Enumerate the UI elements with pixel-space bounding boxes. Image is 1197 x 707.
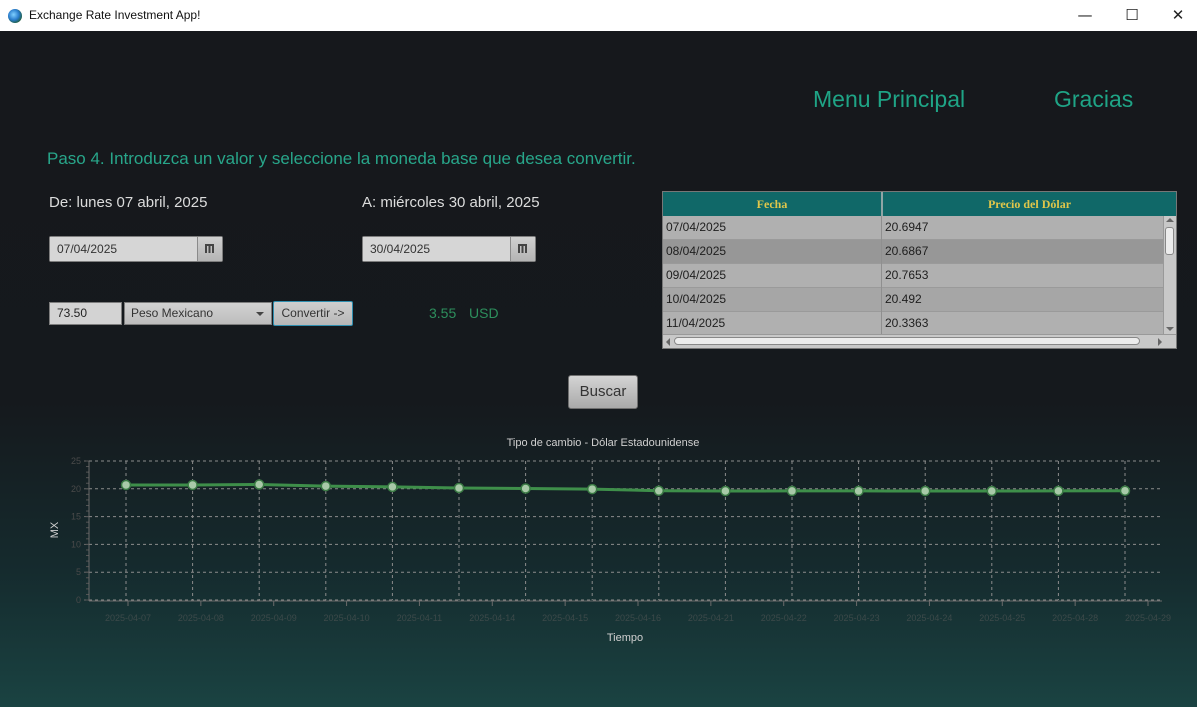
data-point	[653, 485, 665, 496]
x-tick-label: 2025-04-25	[979, 613, 1025, 623]
data-point	[453, 482, 465, 494]
x-tick-label: 2025-04-08	[178, 613, 224, 623]
x-tick-label: 2025-04-15	[542, 613, 588, 623]
title-bar: Exchange Rate Investment App! — ☐ ✕	[0, 0, 1197, 32]
x-tick-label: 2025-04-29	[1125, 613, 1171, 623]
app-globe-icon	[8, 9, 22, 23]
y-tick-label: 15	[71, 512, 81, 522]
y-tick-label: 5	[76, 567, 81, 577]
series-line	[126, 483, 1126, 493]
data-point	[320, 480, 332, 492]
x-tick-label: 2025-04-28	[1052, 613, 1098, 623]
x-tick-label: 2025-04-16	[615, 613, 661, 623]
y-tick-label: 25	[71, 456, 81, 466]
x-tick-label: 2025-04-07	[105, 613, 151, 623]
main-panel: Menu Principal Gracias Paso 4. Introduzc…	[0, 31, 1197, 707]
data-point	[919, 485, 931, 497]
y-tick-label: 0	[76, 595, 81, 605]
exchange-rate-chart: Tipo de cambio - Dólar Estadounidense Ti…	[49, 437, 1171, 644]
x-tick-label: 2025-04-11	[397, 613, 442, 623]
data-point	[187, 479, 198, 491]
y-tick-label: 10	[71, 539, 81, 549]
chart-series	[120, 479, 1131, 497]
x-tick-label: 2025-04-22	[761, 613, 807, 623]
data-point	[786, 485, 798, 497]
chart-axes: 0 5 10 15 20 25 2025-04-07 2025-04-08 2025-04-09…	[71, 456, 1171, 623]
data-point	[1053, 485, 1064, 497]
chart-x-axis-label: Tiempo	[607, 632, 643, 644]
data-point	[720, 485, 731, 497]
maximize-button[interactable]: ☐	[1109, 0, 1155, 31]
x-tick-label: 2025-04-24	[906, 613, 952, 623]
data-point	[120, 479, 132, 491]
data-point	[853, 485, 864, 497]
x-tick-label: 2025-04-09	[251, 613, 297, 623]
data-point	[387, 481, 398, 493]
chart-title: Tipo de cambio - Dólar Estadounidense	[507, 437, 700, 449]
chart-grid	[89, 460, 1162, 601]
x-tick-label: 2025-04-21	[688, 613, 734, 623]
data-point	[1119, 485, 1131, 496]
chart-y-axis-label: MX	[49, 521, 61, 538]
x-tick-label: 2025-04-23	[834, 613, 880, 623]
x-tick-label: 2025-04-10	[324, 613, 370, 623]
window-title: Exchange Rate Investment App!	[29, 8, 201, 22]
data-point	[520, 483, 531, 494]
y-tick-label: 20	[71, 484, 81, 494]
data-point	[253, 479, 265, 490]
close-button[interactable]: ✕	[1155, 0, 1197, 31]
minimize-button[interactable]: —	[1062, 0, 1108, 31]
data-point	[586, 483, 598, 495]
x-tick-label: 2025-04-14	[469, 613, 515, 623]
data-point	[986, 485, 998, 497]
